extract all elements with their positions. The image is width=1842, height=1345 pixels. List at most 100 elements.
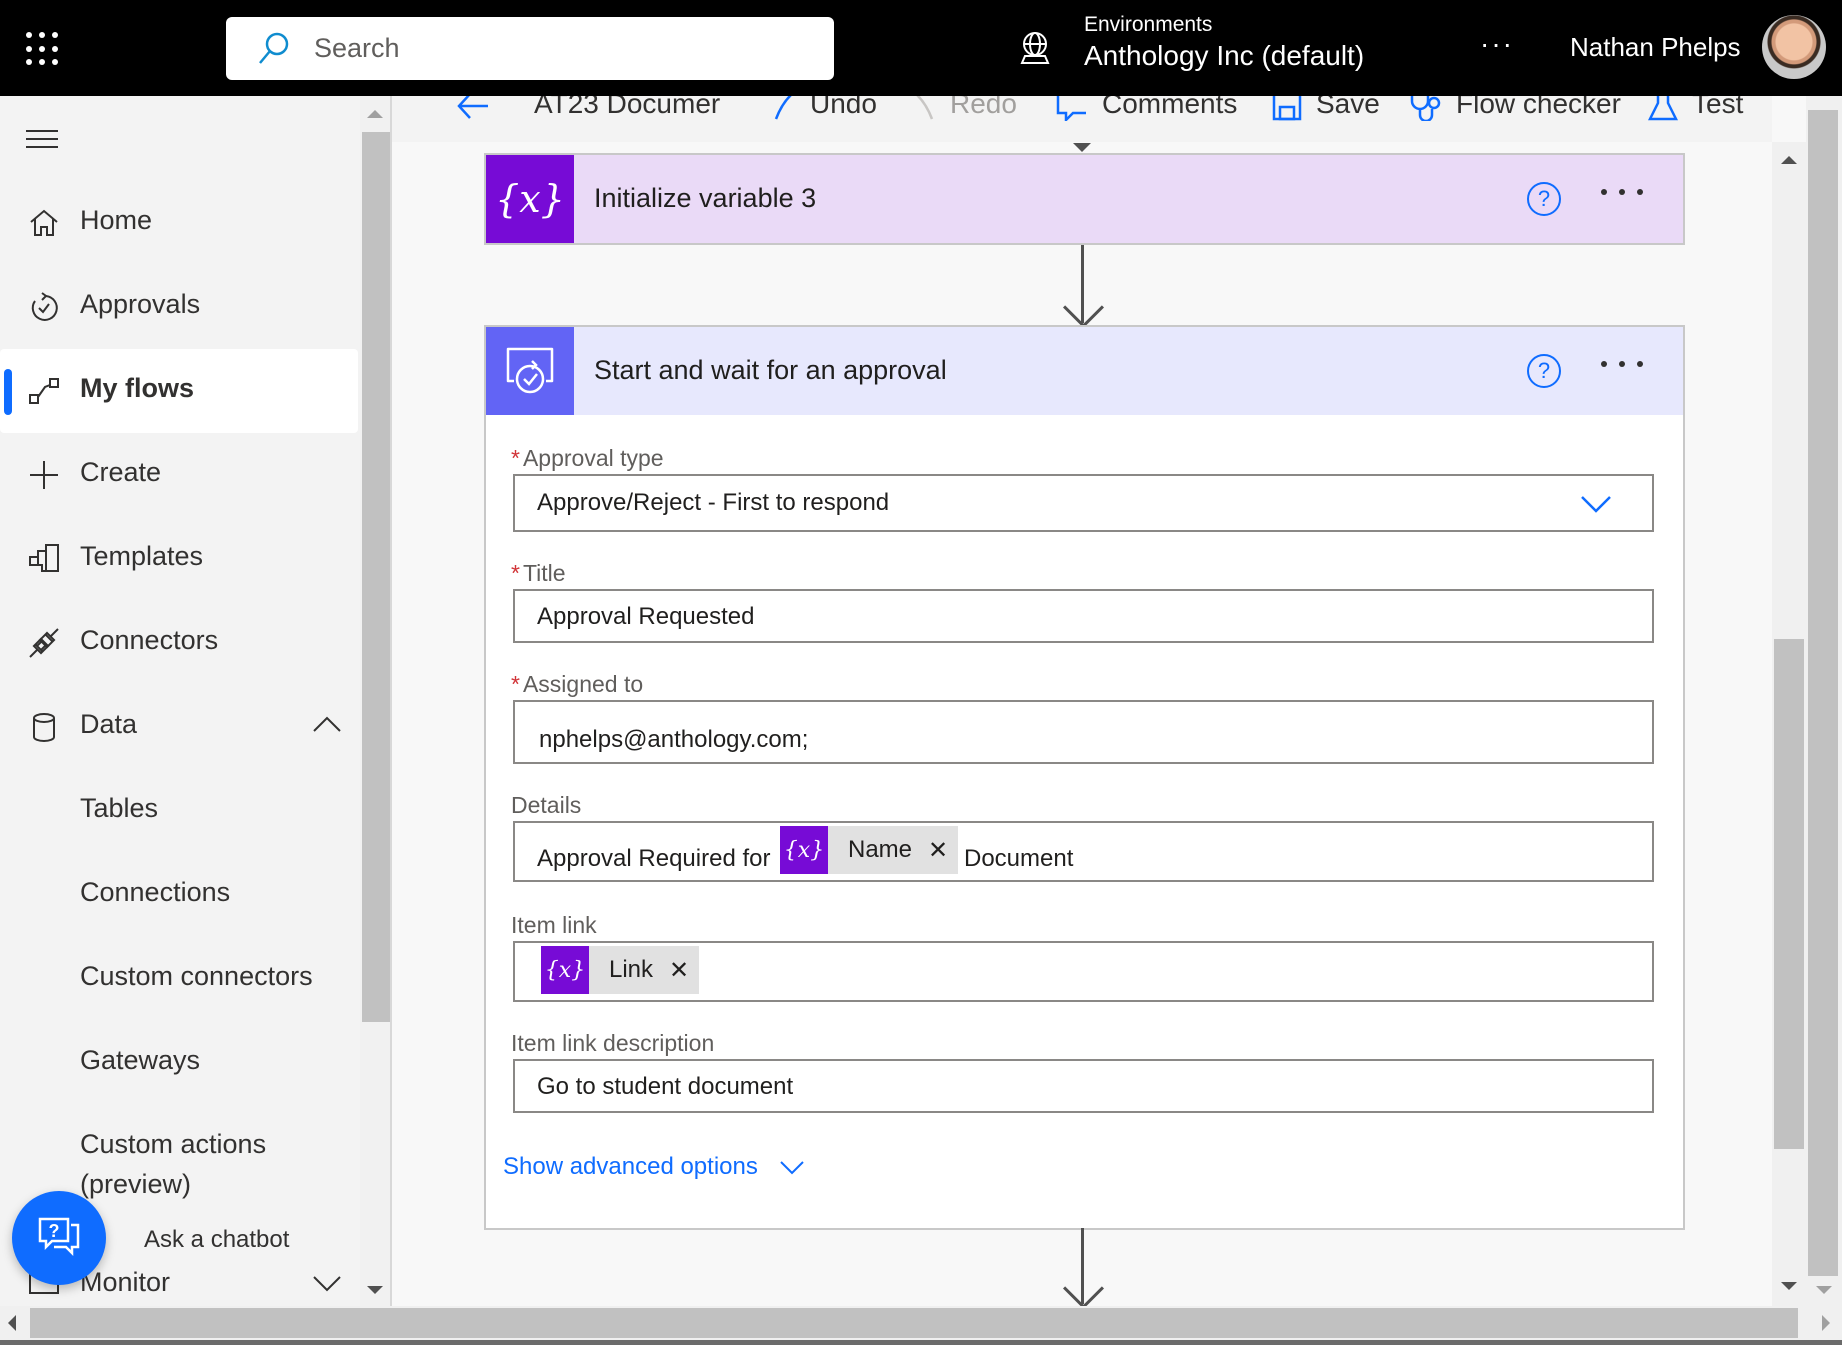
approval-type-dropdown[interactable]: Approve/Reject - First to respond — [513, 474, 1654, 532]
sidebar-item-custom-actions[interactable]: Custom actions (preview) — [0, 1105, 358, 1201]
step-title: Start and wait for an approval — [594, 355, 947, 385]
page-vertical-scrollbar[interactable] — [1806, 96, 1842, 1306]
item-link-field[interactable]: {x} Link ✕ — [513, 941, 1654, 1002]
sidebar-item-create[interactable]: Create — [0, 433, 358, 517]
scroll-down-icon[interactable] — [1816, 1286, 1832, 1294]
save-button[interactable]: Save — [1272, 96, 1380, 121]
scroll-up-icon[interactable] — [1781, 156, 1797, 164]
sidebar-scrollbar[interactable] — [360, 96, 390, 1306]
undo-button[interactable]: Undo — [772, 96, 877, 121]
scroll-left-icon[interactable] — [8, 1315, 16, 1331]
active-indicator — [4, 369, 12, 415]
sidebar-item-home[interactable]: Home — [0, 181, 358, 265]
environments-label: Environments — [1084, 13, 1213, 36]
required-asterisk: * — [511, 560, 520, 586]
canvas-scroll-thumb[interactable] — [1774, 639, 1804, 1149]
chevron-down-icon[interactable] — [312, 1271, 342, 1295]
redo-label: Redo — [950, 96, 1017, 119]
environment-globe-icon[interactable] — [1017, 30, 1053, 66]
chat-question-icon: ? — [38, 1217, 80, 1257]
scroll-down-icon[interactable] — [367, 1286, 383, 1294]
sidebar-item-custom-connectors[interactable]: Custom connectors — [0, 937, 358, 1021]
flow-checker-label: Flow checker — [1456, 96, 1621, 119]
chatbot-label[interactable]: Ask a chatbot — [144, 1226, 289, 1254]
approvals-icon — [31, 292, 58, 321]
comments-label: Comments — [1102, 96, 1238, 119]
approval-type-label: * Approval type — [511, 445, 664, 471]
app-launcher-icon[interactable] — [24, 30, 64, 70]
title-field[interactable]: Approval Requested — [513, 589, 1654, 643]
help-icon[interactable]: ? — [1527, 182, 1561, 216]
sidebar-item-connections[interactable]: Connections — [0, 853, 358, 937]
environment-selector[interactable]: Anthology Inc (default) — [1084, 40, 1364, 72]
step-menu-button[interactable] — [1601, 361, 1643, 367]
assigned-to-field[interactable]: nphelps@anthology.com; — [513, 700, 1654, 764]
sidebar-item-my-flows[interactable]: My flows — [0, 349, 358, 433]
dynamic-token-name[interactable]: {x} Name ✕ — [780, 826, 959, 874]
redo-button[interactable]: Redo — [912, 96, 1017, 121]
flow-name[interactable]: AT23 Documer — [534, 96, 720, 119]
sidebar-item-approvals[interactable]: Approvals — [0, 265, 358, 349]
item-link-label: Item link — [511, 912, 597, 938]
horizontal-scroll-thumb[interactable] — [30, 1308, 1798, 1338]
approval-type-value: Approve/Reject - First to respond — [537, 489, 890, 516]
details-prefix: Approval Required for — [537, 845, 771, 872]
required-asterisk: * — [511, 671, 520, 697]
sidebar-item-label: Home — [80, 205, 153, 235]
step-menu-button[interactable] — [1601, 189, 1643, 195]
sidebar-item-label: Custom actions — [80, 1129, 267, 1159]
scroll-down-icon[interactable] — [1781, 1282, 1797, 1290]
required-asterisk: * — [511, 445, 520, 471]
connector-plug-icon — [29, 628, 59, 658]
scroll-up-icon[interactable] — [367, 110, 383, 118]
sidebar-item-templates[interactable]: Templates — [0, 517, 358, 601]
avatar[interactable] — [1762, 15, 1826, 79]
sidebar-item-data[interactable]: Data — [0, 685, 358, 769]
title-label: * Title — [511, 560, 566, 586]
comment-icon — [1056, 96, 1086, 123]
chevron-down-icon[interactable] — [1580, 494, 1612, 514]
test-button[interactable]: Test — [1647, 96, 1744, 121]
horizontal-scrollbar[interactable] — [0, 1306, 1842, 1340]
page-scroll-thumb[interactable] — [1808, 110, 1838, 1276]
remove-token-icon[interactable]: ✕ — [928, 836, 948, 865]
item-link-description-field[interactable]: Go to student document — [513, 1059, 1654, 1113]
sidebar-item-label: Gateways — [80, 1045, 201, 1075]
assigned-to-label: * Assigned to — [511, 671, 644, 697]
item-link-description-value: Go to student document — [537, 1073, 794, 1100]
back-arrow-icon — [457, 96, 488, 119]
chevron-down-icon — [779, 1160, 804, 1175]
sidebar-item-connectors[interactable]: Connectors — [0, 601, 358, 685]
search-box[interactable]: Search — [226, 17, 834, 80]
details-field[interactable]: Approval Required for {x} Name ✕ Documen… — [513, 821, 1654, 882]
details-suffix: Document — [964, 845, 1074, 872]
top-header: Search Environments Anthology Inc (defau… — [0, 0, 1842, 96]
window-border — [0, 1340, 1842, 1345]
plus-icon — [30, 461, 58, 489]
svg-text:?: ? — [49, 1221, 60, 1241]
step-header[interactable]: {x} Initialize variable 3 ? — [486, 155, 1683, 243]
search-icon — [259, 32, 289, 64]
remove-token-icon[interactable]: ✕ — [669, 956, 689, 985]
help-icon[interactable]: ? — [1527, 354, 1561, 388]
more-options-button[interactable]: ··· — [1480, 28, 1514, 60]
show-advanced-options-link[interactable]: Show advanced options — [503, 1153, 805, 1181]
scroll-right-icon[interactable] — [1822, 1315, 1830, 1331]
sidebar-item-gateways[interactable]: Gateways — [0, 1021, 358, 1105]
canvas-vertical-scrollbar[interactable] — [1772, 142, 1806, 1306]
user-name[interactable]: Nathan Phelps — [1570, 32, 1741, 63]
hamburger-menu-icon[interactable] — [26, 130, 58, 150]
flow-checker-button[interactable]: Flow checker — [1408, 96, 1621, 122]
step-header[interactable]: Start and wait for an approval ? — [486, 327, 1683, 415]
sidebar-scroll-thumb[interactable] — [362, 132, 390, 1022]
back-button[interactable]: AT23 Documer — [456, 96, 720, 121]
chatbot-button[interactable]: ? — [12, 1191, 106, 1285]
approval-icon — [486, 327, 574, 415]
dynamic-token-link[interactable]: {x} Link ✕ — [541, 946, 700, 994]
chevron-up-icon[interactable] — [312, 713, 342, 737]
sidebar-item-tables[interactable]: Tables — [0, 769, 358, 853]
test-label: Test — [1692, 96, 1744, 119]
flow-step-initialize-variable[interactable]: {x} Initialize variable 3 ? — [484, 153, 1685, 245]
search-input[interactable]: Search — [314, 33, 400, 64]
comments-button[interactable]: Comments — [1056, 96, 1238, 123]
